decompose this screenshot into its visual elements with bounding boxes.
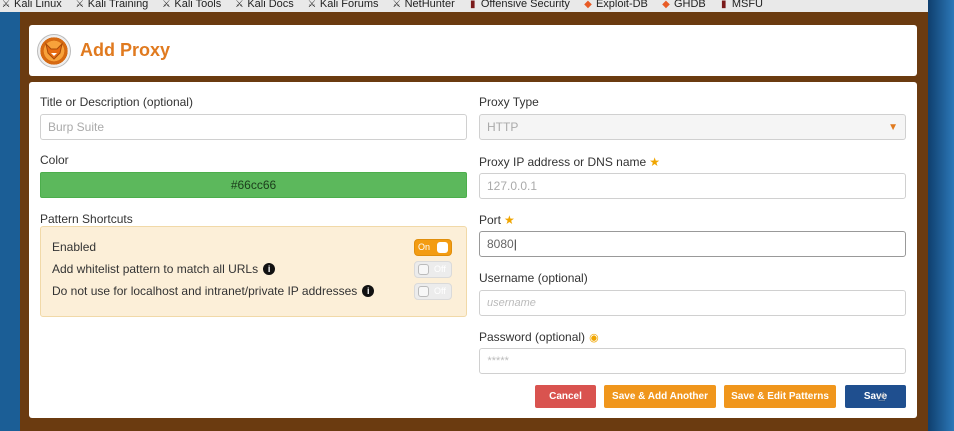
save-add-another-button[interactable]: Save & Add Another — [604, 385, 716, 408]
username-label: Username (optional) — [479, 271, 588, 285]
proxy-type-select[interactable]: HTTP ▼ — [479, 114, 906, 140]
save-button[interactable]: Save — [845, 385, 906, 408]
pattern-row-whitelist: Add whitelist pattern to match all URLs i… — [52, 260, 452, 278]
cancel-button[interactable]: Cancel — [535, 385, 596, 408]
toggle-knob — [418, 263, 429, 275]
pattern-shortcuts-box: Enabled On Add whitelist pattern to matc… — [40, 226, 467, 317]
proxy-type-label: Proxy Type — [479, 95, 539, 109]
required-star-icon: ★ — [504, 213, 515, 227]
hand-cursor-icon: ☝ — [878, 390, 886, 404]
bookmark-exploit-db[interactable]: ◆ Exploit-DB — [582, 0, 648, 10]
port-label: Port ★ — [479, 213, 515, 227]
bookmarks-bar: ⚔ Kali Linux ⚔ Kali Training ⚔ Kali Tools ⚔… — [0, 0, 928, 12]
save-edit-patterns-button[interactable]: Save & Edit Patterns — [724, 385, 836, 408]
chevron-down-icon: ▼ — [888, 121, 898, 133]
color-picker[interactable]: #66cc66 — [40, 172, 467, 198]
flame-icon: ◆ — [662, 0, 670, 10]
info-icon[interactable]: i — [263, 263, 276, 275]
whitelist-toggle[interactable]: Off — [414, 260, 452, 278]
password-input[interactable]: ***** — [479, 348, 906, 374]
title-input[interactable]: Burp Suite — [40, 114, 467, 140]
color-label: Color — [40, 153, 69, 167]
book-icon: ▮ — [721, 0, 727, 10]
info-icon[interactable]: i — [362, 285, 375, 297]
bookmark-nethunter[interactable]: ⚔ NetHunter — [391, 0, 455, 10]
dialog-header: Add Proxy — [29, 25, 917, 76]
toggle-knob — [437, 241, 448, 253]
pattern-row-localhost: Do not use for localhost and intranet/pr… — [52, 282, 452, 300]
desktop-edge — [928, 0, 954, 431]
dragon-icon: ⚔ — [307, 0, 317, 10]
page-title: Add Proxy — [80, 40, 171, 60]
pattern-row-enabled: Enabled On — [52, 238, 452, 256]
bookmark-kali-tools[interactable]: ⚔ Kali Tools — [160, 0, 221, 10]
toggle-knob — [418, 285, 429, 297]
enabled-toggle[interactable]: On — [414, 238, 452, 256]
dragon-icon: ⚔ — [234, 0, 244, 10]
flame-icon: ◆ — [584, 0, 592, 10]
pattern-shortcuts-label: Pattern Shortcuts — [40, 212, 133, 226]
bookmark-kali-linux[interactable]: ⚔ Kali Linux — [0, 0, 62, 10]
localhost-toggle[interactable]: Off — [414, 282, 452, 300]
bookmark-kali-docs[interactable]: ⚔ Kali Docs — [233, 0, 294, 10]
dragon-icon: ⚔ — [392, 0, 402, 10]
bookmark-msfu[interactable]: ▮ MSFU — [718, 0, 763, 10]
bookmark-offensive-security[interactable]: ▮ Offensive Security — [467, 0, 570, 10]
foxyproxy-logo-icon — [37, 33, 71, 68]
title-label: Title or Description (optional) — [40, 95, 193, 109]
book-icon: ▮ — [470, 0, 476, 10]
username-input[interactable]: username — [479, 290, 906, 316]
bookmark-kali-training[interactable]: ⚔ Kali Training — [74, 0, 148, 10]
eye-icon[interactable]: ◉ — [589, 332, 599, 344]
text-caret: | — [513, 237, 517, 251]
dragon-icon: ⚔ — [161, 0, 171, 10]
port-input[interactable]: 8080 | — [479, 231, 906, 257]
password-label: Password (optional) ◉ — [479, 330, 599, 344]
required-star-icon: ★ — [649, 155, 660, 169]
fox-icon — [45, 41, 63, 60]
proxy-ip-input[interactable]: 127.0.0.1 — [479, 173, 906, 199]
dragon-icon: ⚔ — [1, 0, 11, 10]
bookmark-kali-forums[interactable]: ⚔ Kali Forums — [306, 0, 378, 10]
bookmark-ghdb[interactable]: ◆ GHDB — [660, 0, 706, 10]
dragon-icon: ⚔ — [75, 0, 85, 10]
proxy-ip-label: Proxy IP address or DNS name ★ — [479, 155, 660, 169]
